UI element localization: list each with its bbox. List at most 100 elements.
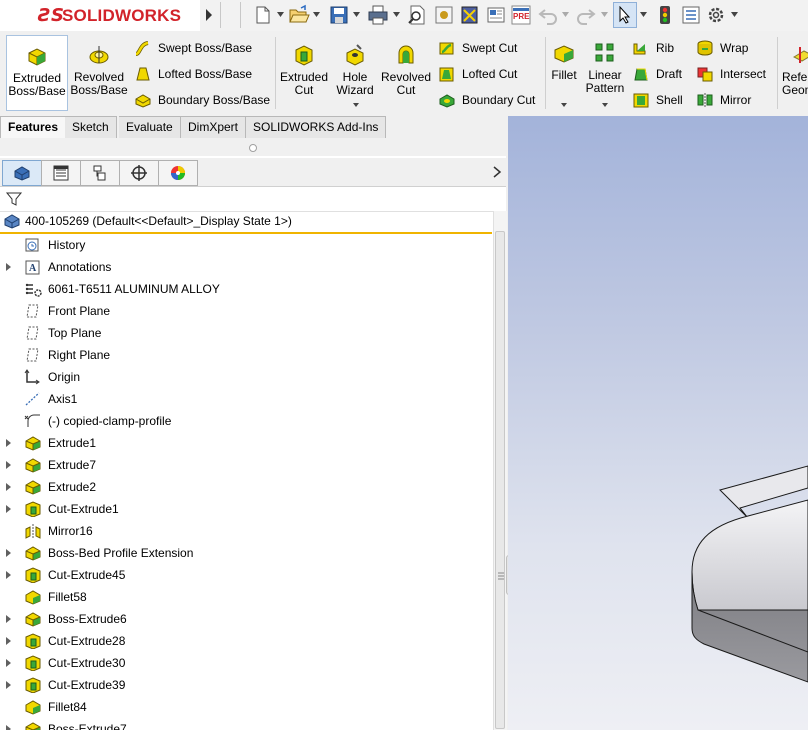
redo-icon[interactable] [575, 4, 597, 26]
tree-item[interactable]: Right Plane [0, 344, 492, 366]
expand-arrow-icon[interactable] [6, 263, 11, 271]
chevron-down-icon[interactable] [313, 12, 320, 18]
feature-tree: History A Annotations 6061-T6511 ALUMINUM A… [0, 234, 492, 730]
toolbar-separator [220, 2, 221, 28]
tree-item[interactable]: Extrude1 [0, 432, 492, 454]
splitter-grip-icon[interactable] [249, 144, 257, 152]
tab-features[interactable]: Features [0, 116, 67, 139]
tree-item[interactable]: Boss-Extrude7 [0, 718, 492, 730]
expand-arrow-icon[interactable] [6, 725, 11, 730]
chevron-down-icon[interactable] [602, 103, 608, 107]
model-view[interactable] [508, 116, 808, 730]
tree-item[interactable]: Fillet84 [0, 696, 492, 718]
feature-manager-tab[interactable] [2, 160, 42, 186]
lofted-boss-icon [136, 67, 150, 81]
expand-arrow-icon[interactable] [6, 659, 11, 667]
expand-arrow-icon[interactable] [6, 637, 11, 645]
tree-item[interactable]: Cut-Extrude39 [0, 674, 492, 696]
file-properties-icon[interactable] [459, 4, 481, 26]
chevron-down-icon[interactable] [353, 103, 359, 107]
tree-item[interactable]: Cut-Extrude30 [0, 652, 492, 674]
tree-item[interactable]: Cut-Extrude1 [0, 498, 492, 520]
extruded-cut-button[interactable]: Extruded Cut [278, 35, 330, 109]
expand-arrow-icon[interactable] [6, 505, 11, 513]
tree-item[interactable]: Boss-Extrude6 [0, 608, 492, 630]
tab-evaluate[interactable]: Evaluate [119, 116, 181, 139]
chevron-down-icon[interactable] [601, 12, 608, 18]
tab-dimxpert[interactable]: DimXpert [181, 116, 247, 139]
settings-icon[interactable] [705, 4, 727, 26]
property-manager-tab[interactable] [41, 160, 81, 186]
tab-solidworks-add-ins[interactable]: SOLIDWORKS Add-Ins [246, 116, 387, 139]
tree-item[interactable]: (-) copied-clamp-profile [0, 410, 492, 432]
file-properties-list-icon[interactable] [680, 4, 702, 26]
tree-root-part[interactable]: 400-105269 (Default<<Default>_Display St… [0, 211, 492, 234]
tree-item[interactable]: Mirror16 [0, 520, 492, 542]
fillet-button[interactable]: Fillet [548, 35, 580, 109]
expand-arrow-icon[interactable] [6, 439, 11, 447]
revolved-cut-button[interactable]: Revolved Cut [380, 35, 432, 109]
chevron-down-icon[interactable] [561, 103, 567, 107]
logo[interactable]: ƧS SOLIDWORKS [0, 0, 200, 31]
scrollbar-thumb[interactable] [495, 231, 505, 729]
tree-scrollbar[interactable] [493, 211, 507, 730]
open-icon[interactable] [288, 4, 310, 26]
find-icon[interactable] [406, 4, 428, 26]
tree-filter-bar[interactable] [0, 187, 504, 212]
hole-wizard-button[interactable]: Hole Wizard [332, 35, 378, 109]
expand-arrow-icon[interactable] [6, 483, 11, 491]
expand-arrow-icon[interactable] [6, 461, 11, 469]
tree-item[interactable]: Fillet58 [0, 586, 492, 608]
new-document-icon[interactable] [252, 4, 274, 26]
expand-arrow-icon[interactable] [6, 681, 11, 689]
chevron-down-icon[interactable] [640, 12, 647, 18]
display-manager-tab[interactable] [158, 160, 198, 186]
reference-geometry-icon [792, 47, 808, 63]
select-button[interactable] [613, 2, 637, 28]
configuration-manager-tab[interactable] [80, 160, 120, 186]
swept-boss-base-label: Swept Boss/Base [158, 41, 253, 55]
linear-pattern-button[interactable]: Linear Pattern [584, 35, 626, 109]
dimxpert-manager-tab[interactable] [119, 160, 159, 186]
sketch-icon [24, 414, 40, 427]
tree-item[interactable]: Boss-Bed Profile Extension [0, 542, 492, 564]
filter-icon[interactable] [5, 190, 23, 208]
pre-icon[interactable]: PRE [510, 4, 532, 26]
tree-item[interactable]: 6061-T6511 ALUMINUM ALLOY [0, 278, 492, 300]
tree-item[interactable]: Top Plane [0, 322, 492, 344]
expand-arrow-icon[interactable] [6, 549, 11, 557]
tree-item[interactable]: Origin [0, 366, 492, 388]
revolved-boss-base-button[interactable]: Revolved Boss/Base [70, 35, 128, 109]
panel-splitter[interactable] [0, 138, 506, 156]
tree-item[interactable]: Front Plane [0, 300, 492, 322]
reference-geometry-label: Refer Geom [782, 70, 808, 97]
tree-item[interactable]: Axis1 [0, 388, 492, 410]
tree-item[interactable]: Cut-Extrude45 [0, 564, 492, 586]
properties-icon[interactable] [485, 4, 507, 26]
save-icon[interactable] [328, 4, 350, 26]
undo-icon[interactable] [537, 4, 559, 26]
rebuild-icon[interactable] [654, 4, 676, 26]
tree-item[interactable]: Extrude2 [0, 476, 492, 498]
reference-geometry-button[interactable]: Refer Geom [780, 35, 808, 109]
chevron-down-icon[interactable] [562, 12, 569, 18]
tree-item-label: Cut-Extrude30 [48, 656, 126, 670]
chevron-down-icon[interactable] [353, 12, 360, 18]
tree-item[interactable]: A Annotations [0, 256, 492, 278]
tree-item[interactable]: History [0, 234, 492, 256]
print-icon[interactable] [367, 4, 389, 26]
tab-sketch[interactable]: Sketch [65, 116, 117, 139]
menu-expand-arrow-icon[interactable] [203, 7, 215, 23]
chevron-down-icon[interactable] [393, 12, 400, 18]
chevron-right-icon[interactable] [492, 165, 502, 179]
tree-item[interactable]: Extrude7 [0, 454, 492, 476]
chevron-down-icon[interactable] [731, 12, 738, 18]
graphics-area[interactable] [508, 116, 808, 730]
options-icon[interactable] [433, 4, 455, 26]
expand-arrow-icon[interactable] [6, 571, 11, 579]
extruded-boss-base-button[interactable]: Extruded Boss/Base [6, 35, 68, 111]
tree-item-label: Cut-Extrude39 [48, 678, 126, 692]
expand-arrow-icon[interactable] [6, 615, 11, 623]
tree-item[interactable]: Cut-Extrude28 [0, 630, 492, 652]
chevron-down-icon[interactable] [277, 12, 284, 18]
